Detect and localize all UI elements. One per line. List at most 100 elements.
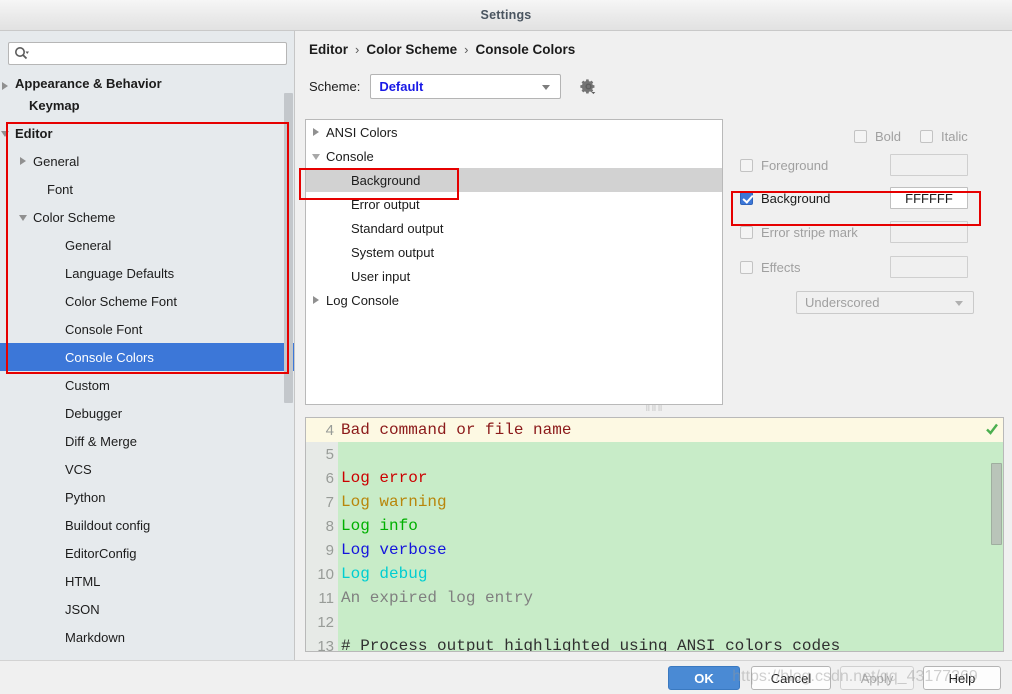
console-preview[interactable]: 4 Bad command or file name 5 6 Log error 7 Log… xyxy=(305,417,1004,652)
background-color-swatch[interactable]: FFFFFF xyxy=(890,187,968,209)
sidebar-item-label: HTML xyxy=(65,573,101,589)
chevron-down-icon xyxy=(955,301,963,306)
line-text: Log info xyxy=(341,517,418,535)
breadcrumb-item-color-scheme[interactable]: Color Scheme xyxy=(366,42,457,57)
sidebar-item-label: Font xyxy=(47,181,74,197)
help-button[interactable]: Help xyxy=(923,666,1001,690)
effects-checkbox[interactable] xyxy=(740,260,753,274)
color-option-background[interactable]: Background xyxy=(306,168,722,192)
tree-spacer-icon xyxy=(312,247,322,257)
preview-scrollbar-thumb[interactable] xyxy=(991,463,1002,545)
italic-row[interactable]: Italic xyxy=(920,124,968,148)
sidebar-tree[interactable]: Appearance & Behavior Keymap Editor General… xyxy=(0,71,294,659)
chevron-down-icon[interactable] xyxy=(312,151,322,161)
sidebar-item-label: EditorConfig xyxy=(65,545,137,561)
color-option-error-output[interactable]: Error output xyxy=(306,192,722,216)
preview-line: 7 Log warning xyxy=(306,490,1003,514)
scheme-combobox[interactable]: Default xyxy=(370,74,562,99)
sidebar-item-custom[interactable]: Custom xyxy=(0,371,294,399)
sidebar-item-editorconfig[interactable]: EditorConfig xyxy=(0,539,294,567)
italic-checkbox[interactable] xyxy=(920,129,933,143)
breadcrumb-item-editor[interactable]: Editor xyxy=(309,42,348,57)
color-option-ansi-colors[interactable]: ANSI Colors xyxy=(306,120,722,144)
sidebar-scrollbar-thumb[interactable] xyxy=(284,93,293,403)
tree-spacer-icon xyxy=(51,549,60,558)
sidebar-item-python[interactable]: Python xyxy=(0,483,294,511)
settings-sidebar: Appearance & Behavior Keymap Editor General… xyxy=(0,31,295,660)
tree-spacer-icon xyxy=(312,175,322,185)
sidebar-item-font[interactable]: Font xyxy=(0,175,294,203)
sidebar-item-appearance-behavior[interactable]: Appearance & Behavior xyxy=(0,71,294,91)
background-row[interactable]: Background xyxy=(740,186,830,210)
foreground-checkbox[interactable] xyxy=(740,158,753,172)
color-option-log-console[interactable]: Log Console xyxy=(306,288,722,312)
sidebar-item-label: Language Defaults xyxy=(65,265,175,281)
chevron-right-icon[interactable] xyxy=(312,127,322,137)
sidebar-item-color-scheme[interactable]: Color Scheme xyxy=(0,203,294,231)
sidebar-item-vcs[interactable]: VCS xyxy=(0,455,294,483)
color-option-console[interactable]: Console xyxy=(306,144,722,168)
breadcrumb-separator: › xyxy=(355,42,360,57)
sidebar-item-color-scheme-font[interactable]: Color Scheme Font xyxy=(0,287,294,315)
sidebar-item-buildout-config[interactable]: Buildout config xyxy=(0,511,294,539)
tree-spacer-icon xyxy=(312,199,322,209)
search-input[interactable] xyxy=(33,44,268,63)
error-stripe-mark-checkbox[interactable] xyxy=(740,225,753,239)
panel-splitter[interactable]: ⠿⠿⠿ xyxy=(305,406,1004,417)
breadcrumb-item-console-colors[interactable]: Console Colors xyxy=(475,42,575,57)
bold-checkbox[interactable] xyxy=(854,129,867,143)
color-option-system-output[interactable]: System output xyxy=(306,240,722,264)
chevron-right-icon[interactable] xyxy=(1,82,10,91)
sidebar-item-editor[interactable]: Editor xyxy=(0,119,294,147)
line-number: 5 xyxy=(325,445,334,463)
sidebar-search[interactable] xyxy=(8,42,287,65)
color-option-user-input[interactable]: User input xyxy=(306,264,722,288)
foreground-color-swatch[interactable] xyxy=(890,154,968,176)
sidebar-item-debugger[interactable]: Debugger xyxy=(0,399,294,427)
chevron-down-icon[interactable] xyxy=(19,213,28,222)
foreground-row[interactable]: Foreground xyxy=(740,153,828,177)
preview-line: 5 xyxy=(306,442,1003,466)
preview-line: 13 # Process output highlighted using ANS… xyxy=(306,634,1003,651)
sidebar-item-label: Color Scheme xyxy=(33,209,116,225)
cancel-button[interactable]: Cancel xyxy=(751,666,831,690)
sidebar-item-keymap[interactable]: Keymap xyxy=(0,91,294,119)
sidebar-item-language-defaults[interactable]: Language Defaults xyxy=(0,259,294,287)
sidebar-item-general[interactable]: General xyxy=(0,231,294,259)
scheme-settings-button[interactable] xyxy=(577,76,599,98)
color-option-tree[interactable]: ANSI Colors Console Background Error output… xyxy=(305,119,723,405)
sidebar-item-html[interactable]: HTML xyxy=(0,567,294,595)
sidebar-item-diff-merge[interactable]: Diff & Merge xyxy=(0,427,294,455)
sidebar-item-markdown[interactable]: Markdown xyxy=(0,623,294,651)
chevron-right-icon[interactable] xyxy=(312,295,322,305)
line-text: Bad command or file name xyxy=(341,421,572,439)
sidebar-item-console-colors[interactable]: Console Colors xyxy=(0,343,294,371)
preview-line: 12 xyxy=(306,610,1003,634)
tree-spacer-icon xyxy=(51,521,60,530)
tree-spacer-icon xyxy=(51,381,60,390)
tree-spacer-icon xyxy=(51,353,60,362)
bold-row[interactable]: Bold xyxy=(854,124,901,148)
checkmark-icon xyxy=(985,422,999,436)
ok-button[interactable]: OK xyxy=(668,666,740,690)
color-option-standard-output[interactable]: Standard output xyxy=(306,216,722,240)
effects-row[interactable]: Effects xyxy=(740,255,801,279)
sidebar-item-console-font[interactable]: Console Font xyxy=(0,315,294,343)
error-stripe-mark-row[interactable]: Error stripe mark xyxy=(740,220,858,244)
sidebar-item-general[interactable]: General xyxy=(0,147,294,175)
sidebar-item-json[interactable]: JSON xyxy=(0,595,294,623)
preview-line: 8 Log info xyxy=(306,514,1003,538)
sidebar-item-label: Editor xyxy=(15,125,53,141)
error-stripe-mark-color-swatch[interactable] xyxy=(890,221,968,243)
color-option-label: Background xyxy=(351,172,421,188)
sidebar-item-label: VCS xyxy=(65,461,92,477)
error-stripe-mark-label: Error stripe mark xyxy=(761,224,858,240)
background-checkbox[interactable] xyxy=(740,191,753,205)
effects-color-swatch[interactable] xyxy=(890,256,968,278)
tree-spacer-icon xyxy=(312,223,322,233)
chevron-down-icon[interactable] xyxy=(1,129,10,138)
sidebar-item-label: Python xyxy=(65,489,106,505)
effect-type-combobox[interactable]: Underscored xyxy=(796,291,974,314)
line-text: Log verbose xyxy=(341,541,447,559)
chevron-right-icon[interactable] xyxy=(19,156,28,166)
